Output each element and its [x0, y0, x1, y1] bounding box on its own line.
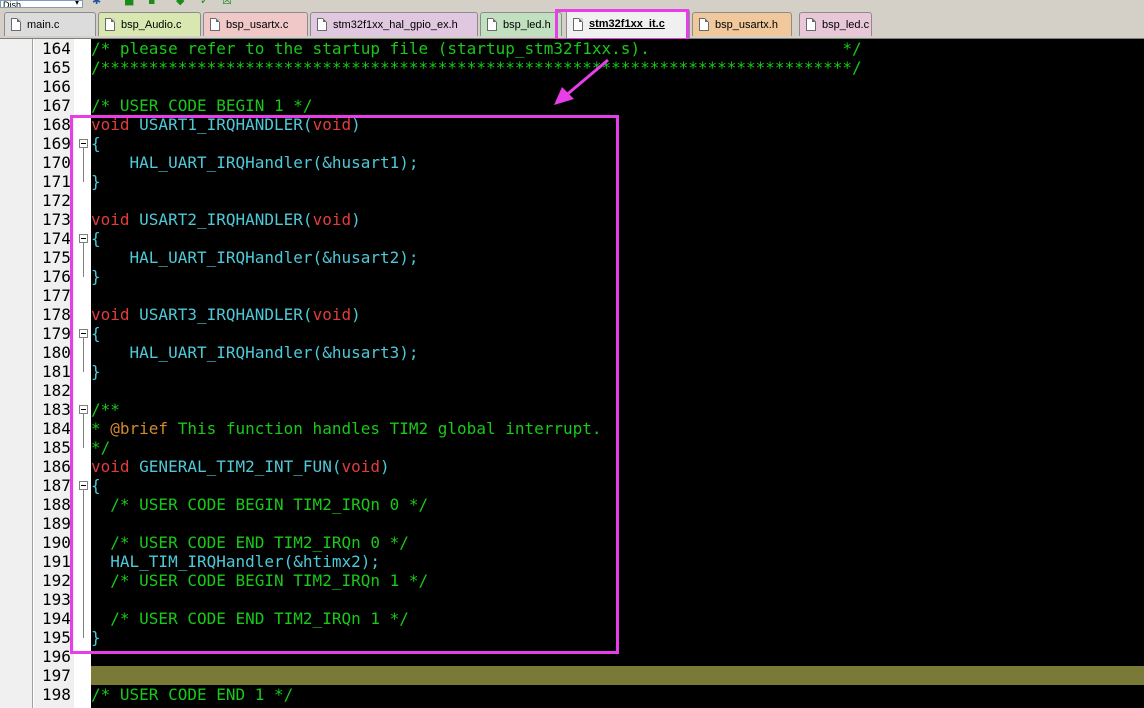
- line-number: 183: [42, 400, 71, 419]
- file-icon: [487, 18, 497, 31]
- tab-label: bsp_usartx.h: [715, 19, 778, 31]
- line-number: 177: [42, 286, 71, 305]
- line-number: 193: [42, 590, 71, 609]
- line-number-gutter: 164 165 166 167 168 169 170 171 172 173 174 175 176 1…: [34, 39, 74, 708]
- line-number: 181: [42, 362, 71, 381]
- line-number: 180: [42, 343, 71, 362]
- tab-label: bsp_led.c: [822, 19, 870, 31]
- tab-bsp-led-c[interactable]: bsp_led.c: [799, 12, 872, 36]
- settings-icon[interactable]: ✱: [92, 0, 101, 6]
- line-number: 170: [42, 153, 71, 172]
- line-number: 184: [42, 419, 71, 438]
- line-number: 168: [42, 115, 71, 134]
- line-number: 173: [42, 210, 71, 229]
- configuration-dropdown[interactable]: Dish ▾: [0, 0, 83, 8]
- code-annotation-box: [70, 115, 619, 654]
- line-number: 166: [42, 77, 71, 96]
- line-number: 190: [42, 533, 71, 552]
- line-number: 189: [42, 514, 71, 533]
- file-icon: [699, 18, 709, 31]
- file-icon: [105, 18, 115, 31]
- line-number: 165: [42, 58, 71, 77]
- line-number: 185: [42, 438, 71, 457]
- code-token: /***************************************…: [91, 58, 862, 77]
- line-number: 191: [42, 552, 71, 571]
- code-token: /* USER CODE BEGIN 1 */: [91, 96, 313, 115]
- line-number: 195: [42, 628, 71, 647]
- line-number: 197: [42, 666, 71, 685]
- chevron-down-icon[interactable]: ▾: [75, 1, 79, 7]
- line-number: 164: [42, 39, 71, 58]
- tab-label: bsp_Audio.c: [121, 19, 182, 31]
- left-margin: [0, 39, 32, 708]
- tab-bsp-led-h[interactable]: bsp_led.h: [480, 12, 562, 36]
- check-icon[interactable]: ☒: [222, 0, 232, 6]
- line-number: 167: [42, 96, 71, 115]
- code-token: /* USER CODE END 1 */: [91, 685, 294, 704]
- line-number: 188: [42, 495, 71, 514]
- code-line[interactable]: /* USER CODE BEGIN 1 */: [91, 96, 313, 115]
- download-icon[interactable]: ◆: [176, 0, 184, 6]
- build-icon[interactable]: ■: [124, 0, 134, 6]
- tab-label: main.c: [27, 19, 60, 31]
- check-icon[interactable]: ✓: [200, 0, 209, 6]
- file-icon: [11, 18, 21, 31]
- line-number: 175: [42, 248, 71, 267]
- line-number: 192: [42, 571, 71, 590]
- configuration-value: Dish: [3, 0, 22, 8]
- code-token: /* please refer to the startup file (sta…: [91, 39, 862, 58]
- file-icon: [210, 18, 220, 31]
- line-number: 178: [42, 305, 71, 324]
- line-number: 174: [42, 229, 71, 248]
- tab-bsp-audio-c[interactable]: bsp_Audio.c: [98, 12, 201, 36]
- line-number: 171: [42, 172, 71, 191]
- tab-stm32f1xx-hal-gpio-ex-h[interactable]: stm32f1xx_hal_gpio_ex.h: [310, 12, 478, 36]
- tab-label: bsp_led.h: [503, 19, 551, 31]
- line-number: 186: [42, 457, 71, 476]
- annotation-arrow-icon: [554, 58, 609, 105]
- active-tab-annotation-box: [555, 9, 689, 41]
- window-icon[interactable]: ▪: [148, 0, 155, 6]
- code-line[interactable]: /***************************************…: [91, 58, 862, 77]
- tab-bsp-usartx-h[interactable]: bsp_usartx.h: [692, 12, 792, 36]
- line-number: 176: [42, 267, 71, 286]
- line-number: 196: [42, 647, 71, 666]
- tab-label: bsp_usartx.c: [226, 19, 289, 31]
- file-icon: [806, 18, 816, 31]
- code-line[interactable]: /* USER CODE END 1 */: [91, 685, 293, 704]
- tab-bsp-usartx-c[interactable]: bsp_usartx.c: [203, 12, 308, 36]
- file-icon: [317, 18, 327, 31]
- line-number: 172: [42, 191, 71, 210]
- tab-label: stm32f1xx_hal_gpio_ex.h: [333, 19, 458, 31]
- line-number: 194: [42, 609, 71, 628]
- line-number: 187: [42, 476, 71, 495]
- code-line[interactable]: /* please refer to the startup file (sta…: [91, 39, 862, 58]
- current-line-highlight: [91, 666, 1144, 685]
- line-number: 198: [42, 685, 71, 704]
- tab-main-c[interactable]: main.c: [4, 12, 96, 36]
- line-number: 182: [42, 381, 71, 400]
- line-number: 179: [42, 324, 71, 343]
- line-number: 169: [42, 134, 71, 153]
